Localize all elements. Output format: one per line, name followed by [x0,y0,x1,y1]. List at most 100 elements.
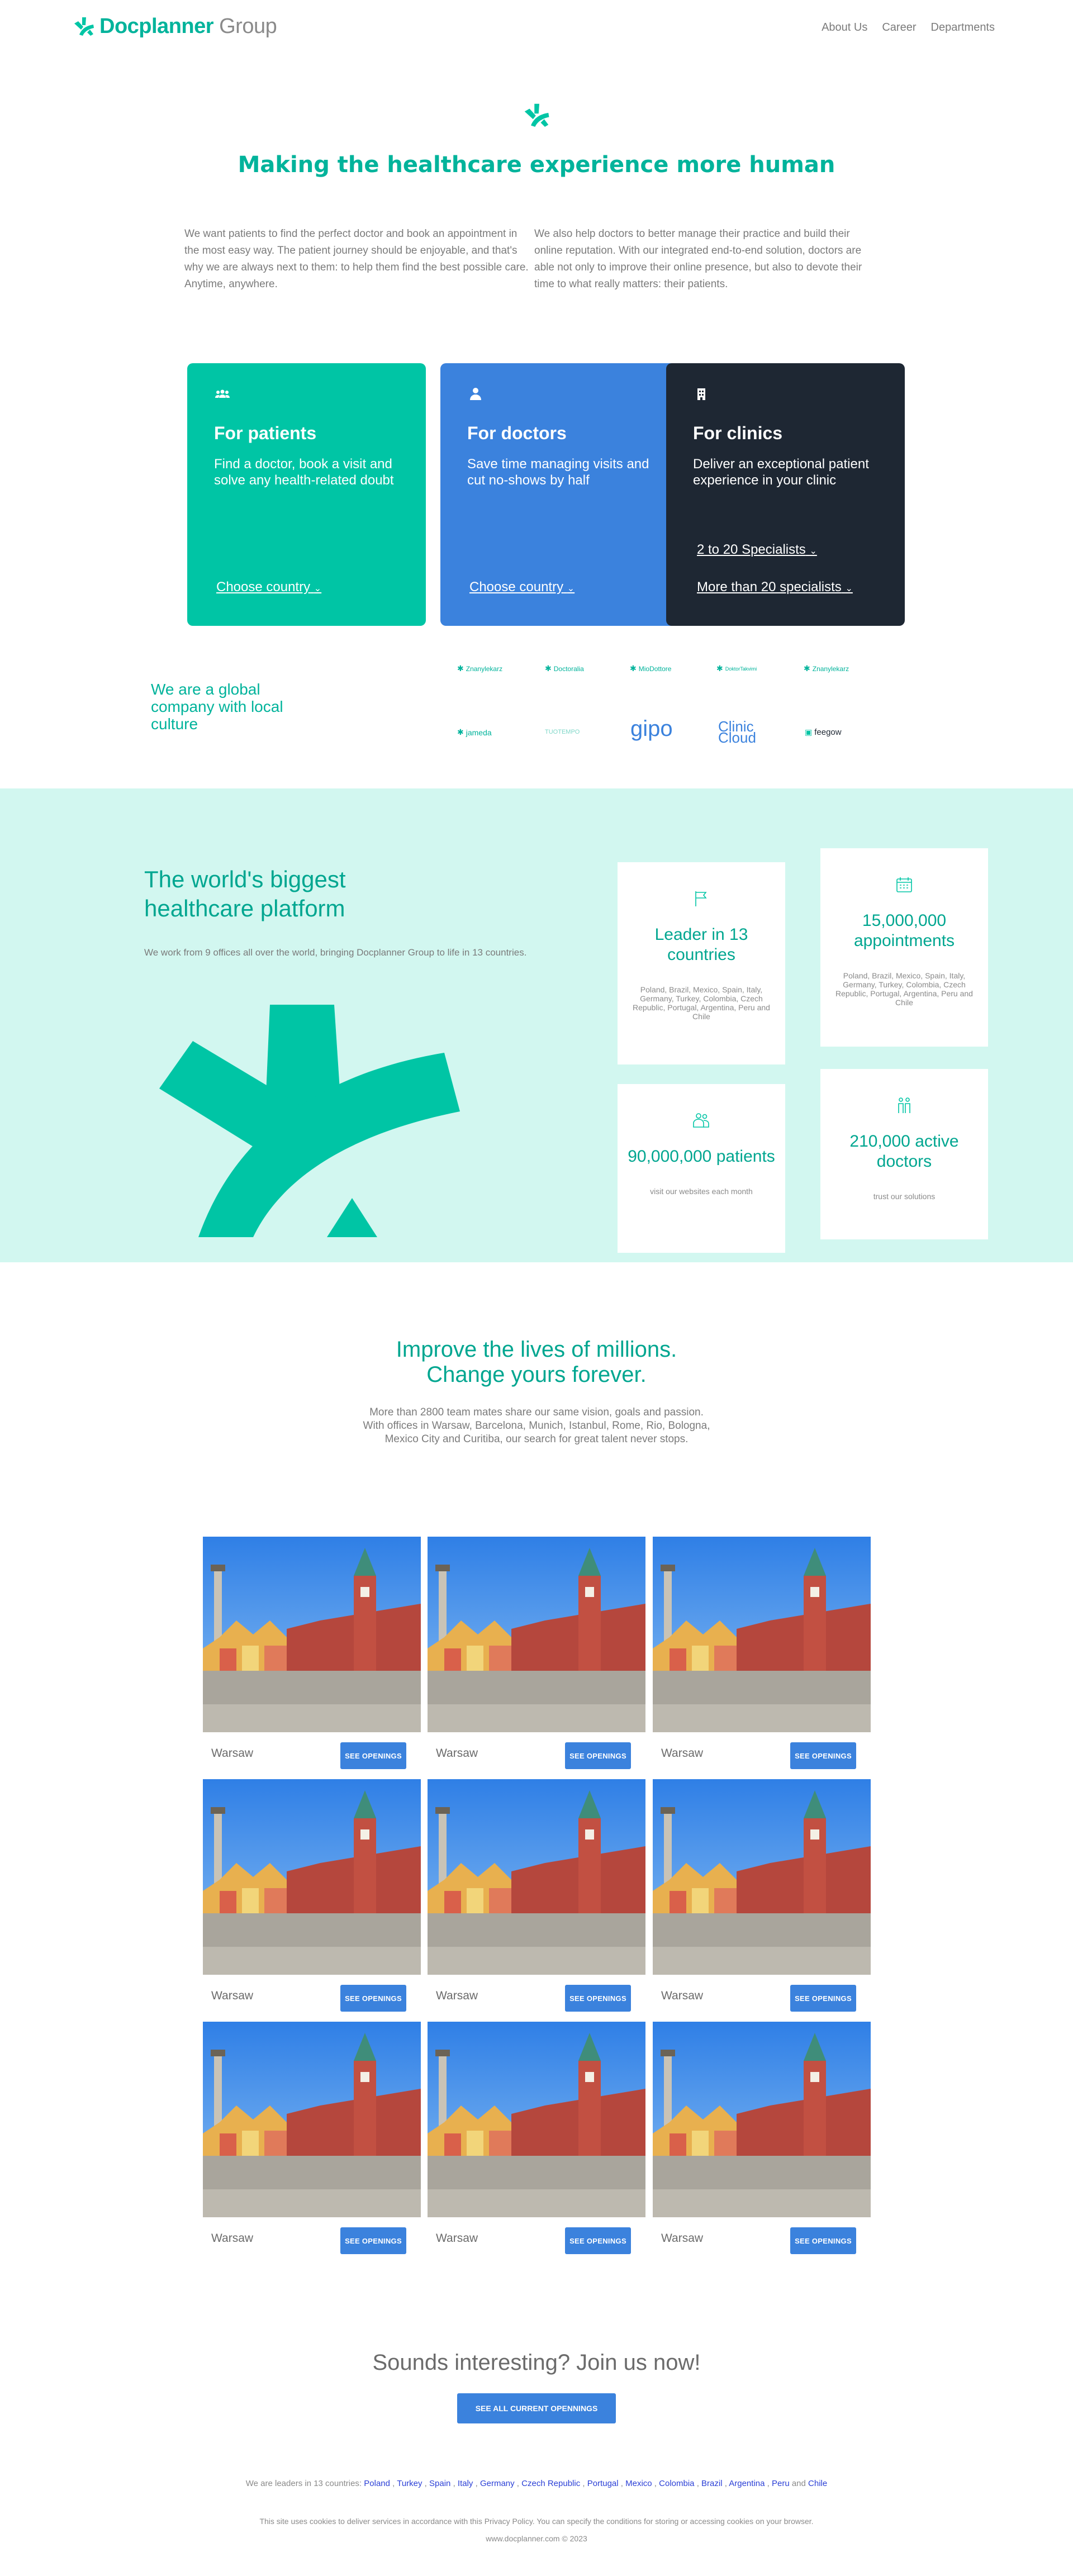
city-photo [653,1537,871,1732]
office-city: Warsaw [661,1747,704,1760]
small-clinic-link[interactable]: 2 to 20 Specialists ⌄ [697,542,817,558]
card-text: Deliver an exceptional patient experienc… [693,457,869,488]
city-photo [653,2022,871,2217]
card-for-patients[interactable]: For patients Find a doctor, book a visit… [187,363,426,626]
card-for-doctors[interactable]: For doctors Save time managing visits an… [440,363,679,626]
card-title: For doctors [467,423,567,443]
intro-right-text: We also help doctors to better manage th… [534,228,862,290]
global-company-heading: We are a global company with local cultu… [151,681,283,733]
office-card-0: Warsaw SEE OPENINGS [203,1537,421,1769]
nav-career[interactable]: Career [882,21,916,34]
card-title: For patients [214,423,317,443]
card-text: Save time managing visits and cut no-sho… [467,457,649,488]
city-photo [428,1537,645,1732]
stat-card-doctors: 210,000 active doctors trust our solutio… [820,1069,988,1239]
chevron-down-icon: ⌄ [567,584,575,593]
partner-logo[interactable]: ✱ Doctoralia [545,664,584,673]
star-icon: ✱ [804,664,810,673]
office-card-4: Warsaw SEE OPENINGS [428,1779,645,2012]
office-city: Warsaw [436,1747,478,1760]
people-icon [693,1113,709,1128]
see-openings-button[interactable]: SEE OPENINGS [565,1742,631,1769]
country-link[interactable]: Portugal [587,2479,619,2488]
card-for-clinics[interactable]: For clinics Deliver an exceptional patie… [666,363,905,626]
nav-about-us[interactable]: About Us [822,21,867,34]
partner-logo[interactable]: ✱ Znanylekarz [804,664,849,673]
city-photo [428,1779,645,1975]
platform-title: The world's biggest healthcare platform [144,866,346,921]
see-openings-button[interactable]: SEE OPENINGS [340,1742,406,1769]
country-link[interactable]: Spain [429,2479,450,2488]
star-icon: ✱ [457,664,464,673]
stat-value: 210,000 active doctors [849,1132,959,1171]
hero-star-icon [524,103,549,127]
see-openings-button[interactable]: SEE OPENINGS [790,1985,856,2012]
partner-logo-tuotempo[interactable]: TUOTEMPO [545,729,580,735]
country-link[interactable]: Germany [480,2479,515,2488]
partner-logo-jameda[interactable]: ✱ jameda [457,728,492,737]
city-photo [203,2022,421,2217]
clinic-building-icon [697,388,705,400]
partner-logo[interactable]: ✱ DoktorTakvimi [716,664,757,673]
office-city: Warsaw [211,2232,254,2245]
star-icon: ✱ [457,728,464,736]
partner-logo[interactable]: ✱ Znanylekarz [457,664,502,673]
see-openings-button[interactable]: SEE OPENINGS [565,1985,631,2012]
star-icon: ✱ [545,664,552,673]
country-link[interactable]: Chile [808,2479,827,2488]
office-city: Warsaw [661,1989,704,2002]
country-link[interactable]: Poland [364,2479,390,2488]
chevron-down-icon: ⌄ [809,546,817,556]
country-link[interactable]: Argentina [729,2479,765,2488]
country-link[interactable]: Turkey [397,2479,422,2488]
join-title: Sounds interesting? Join us now! [372,2350,701,2375]
see-openings-button[interactable]: SEE OPENINGS [565,2227,631,2254]
see-openings-button[interactable]: SEE OPENINGS [790,1742,856,1769]
country-link[interactable]: Brazil [701,2479,723,2488]
city-photo [653,1779,871,1975]
card-title: For clinics [693,423,783,443]
stat-description: trust our solutions [873,1192,936,1201]
doctors-icon [898,1097,910,1113]
leaders-countries: We are leaders in 13 countries: Poland ,… [245,2479,828,2488]
office-card-5: Warsaw SEE OPENINGS [653,1779,871,2012]
large-clinic-link[interactable]: More than 20 specialists ⌄ [697,579,853,595]
see-openings-button[interactable]: SEE OPENINGS [790,2227,856,2254]
country-link[interactable]: Italy [458,2479,473,2488]
top-nav: About Us Career Departments [822,21,995,34]
see-all-openings-button[interactable]: SEE ALL CURRENT OPENNINGS [457,2393,616,2423]
copyright: www.docplanner.com © 2023 [486,2534,587,2543]
partner-logo-clinic-cloud[interactable]: Clinic Cloud [718,719,757,745]
country-link[interactable]: Czech Republic [521,2479,580,2488]
improve-title: Improve the lives of millions. Change yo… [396,1337,677,1387]
stat-description: Poland, Brazil, Mexico, Spain, Italy, Ge… [633,985,770,1021]
country-link[interactable]: Peru [772,2479,790,2488]
city-photo [428,2022,645,2217]
partner-logo-feegow[interactable]: ▣ feegow [805,728,842,737]
partner-logo-gipo[interactable]: gipo [630,716,673,742]
stat-description: visit our websites each month [650,1187,753,1196]
choose-country-link[interactable]: Choose country ⌄ [469,579,575,595]
see-openings-button[interactable]: SEE OPENINGS [340,1985,406,2012]
stat-value: 15,000,000 appointments [853,911,955,950]
country-link[interactable]: Colombia [659,2479,694,2488]
calendar-icon [896,877,912,892]
see-openings-button[interactable]: SEE OPENINGS [340,2227,406,2254]
country-link[interactable]: Mexico [625,2479,652,2488]
choose-country-link[interactable]: Choose country ⌄ [216,579,321,595]
office-card-7: Warsaw SEE OPENINGS [428,2022,645,2254]
office-card-6: Warsaw SEE OPENINGS [203,2022,421,2254]
stat-value: 90,000,000 patients [628,1147,775,1166]
partner-logo[interactable]: ✱ MioDottore [630,664,671,673]
stat-description: Poland, Brazil, Mexico, Spain, Italy, Ge… [835,971,973,1007]
star-icon: ✱ [630,664,637,673]
docplanner-star-icon [73,16,95,38]
feegow-icon: ▣ [805,728,813,736]
stat-value: Leader in 13 countries [654,925,748,964]
stat-card-patients: 90,000,000 patients visit our websites e… [618,1084,785,1253]
star-icon: ✱ [716,664,723,673]
platform-subtitle: We work from 9 offices all over the worl… [144,947,527,958]
logo[interactable]: Docplanner Group [73,15,277,39]
nav-departments[interactable]: Departments [931,21,995,34]
docplanner-big-star-icon [159,1005,460,1237]
